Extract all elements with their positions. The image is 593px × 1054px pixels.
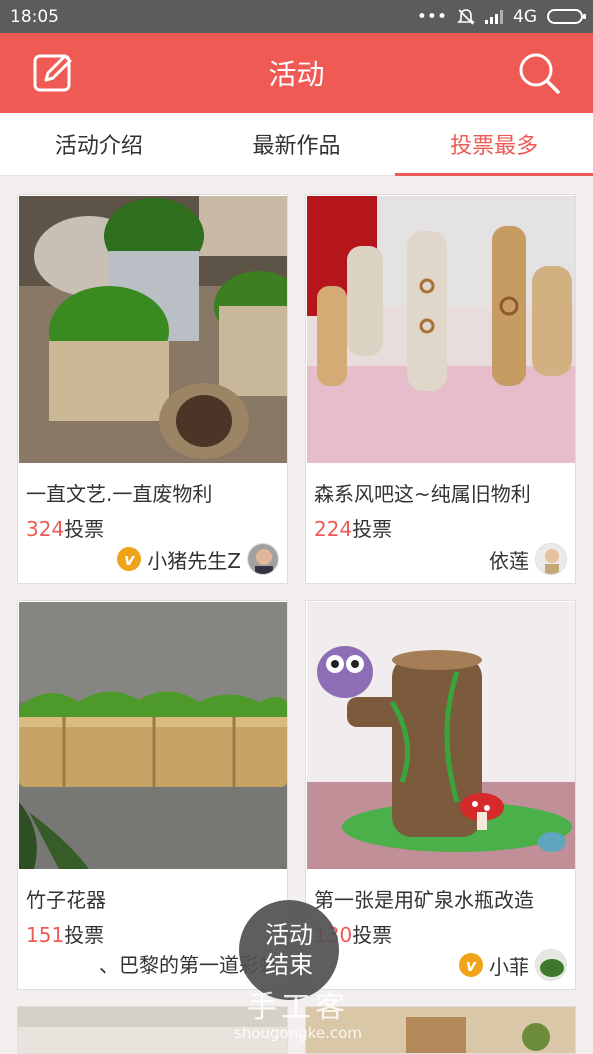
tab-bar: 活动介绍 最新作品 投票最多 [0, 113, 593, 176]
work-card[interactable]: 森系风吧这~纯属旧物利 224投票 依莲 [305, 194, 576, 584]
work-image[interactable] [307, 196, 575, 463]
work-image[interactable] [19, 602, 287, 869]
author-info[interactable]: v 小猪先生Z [117, 543, 279, 575]
vote-number: 151 [26, 923, 65, 947]
author-name: 依莲 [489, 548, 529, 573]
tab-most-votes[interactable]: 投票最多 [395, 113, 593, 176]
watermark-logo: 手工客 [247, 990, 349, 1025]
status-time: 18:05 [10, 6, 59, 27]
watermark-url: shougongke.com [234, 1024, 362, 1042]
page-title: 活动 [268, 58, 325, 91]
work-title: 一直文艺.一直废物利 [26, 482, 213, 506]
vip-badge-icon: v [117, 547, 142, 571]
avatar[interactable] [247, 543, 279, 575]
tab-intro[interactable]: 活动介绍 [0, 113, 198, 175]
tab-latest[interactable]: 最新作品 [198, 113, 396, 175]
work-card[interactable]: 一直文艺.一直废物利 324投票 v 小猪先生Z [17, 194, 288, 584]
author-info[interactable]: v 小菲 [459, 949, 567, 981]
work-title: 第一张是用矿泉水瓶改造 [314, 888, 534, 912]
network-type: 4G [513, 6, 537, 27]
vote-count: 224投票 [314, 513, 392, 542]
vote-label: 投票 [352, 923, 393, 947]
vote-label: 投票 [64, 517, 105, 541]
work-title: 森系风吧这~纯属旧物利 [314, 482, 531, 506]
status-bar: 18:05 ••• 4G [0, 0, 593, 33]
battery-icon [547, 9, 586, 24]
work-image[interactable] [307, 602, 575, 869]
vote-number: 324 [26, 517, 65, 541]
vote-count: 151投票 [26, 919, 104, 948]
author-name: 小猪先生Z [147, 548, 241, 573]
author-name: 小菲 [489, 954, 529, 979]
fab-line-1: 活动 [265, 921, 313, 949]
vote-number: 224 [314, 517, 353, 541]
avatar[interactable] [535, 543, 567, 575]
signal-icon [485, 9, 503, 24]
watermark: 手工客 shougongke.com [228, 982, 368, 1042]
vip-badge-icon: v [459, 953, 483, 977]
app-bar: 活动 [0, 33, 593, 113]
work-image[interactable] [19, 196, 287, 463]
vote-label: 投票 [352, 517, 393, 541]
more-dots-icon: ••• [416, 6, 447, 27]
avatar[interactable] [535, 949, 567, 981]
mute-icon [457, 8, 475, 25]
work-card[interactable]: 第一张是用矿泉水瓶改造 130投票 v 小菲 [305, 600, 576, 990]
work-title: 竹子花器 [26, 888, 106, 912]
fab-line-2: 结束 [265, 951, 313, 979]
author-info[interactable]: 依莲 [489, 543, 567, 575]
vote-count: 324投票 [26, 513, 104, 542]
edit-icon[interactable] [32, 51, 74, 93]
vote-label: 投票 [64, 923, 105, 947]
search-icon[interactable] [517, 51, 561, 95]
